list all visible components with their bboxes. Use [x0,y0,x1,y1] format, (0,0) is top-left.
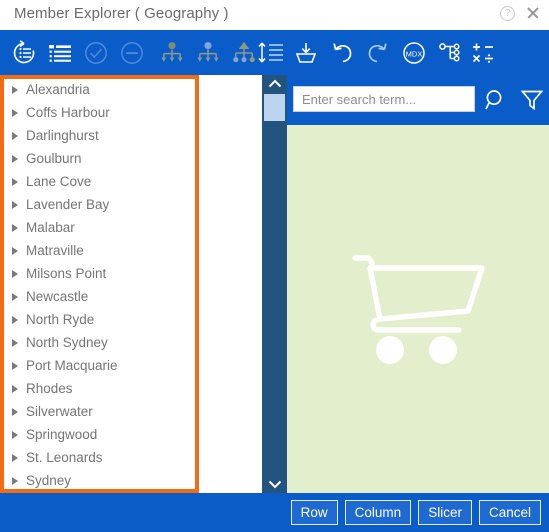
list-item[interactable]: Malabar [0,216,262,239]
list-item-label: Malabar [26,220,75,235]
funnel-icon[interactable] [519,87,545,113]
list-item[interactable]: Matraville [0,239,262,262]
slicer-button[interactable]: Slicer [418,500,472,525]
list-item-label: Silverwater [26,404,93,419]
list-item-label: St. Leonards [26,450,103,465]
triangle-right-icon[interactable] [8,292,22,302]
sort-members-icon[interactable] [251,34,289,72]
cart-preview-panel [287,125,549,493]
triangle-right-icon[interactable] [8,476,22,486]
search-row [287,75,549,125]
refresh-members-icon[interactable] [5,34,43,72]
cancel-button[interactable]: Cancel [478,500,541,525]
triangle-right-icon[interactable] [8,154,22,164]
list-item[interactable]: Springwood [0,423,262,446]
list-item-label: Sydney [26,473,72,488]
calculation-icon[interactable] [464,34,502,72]
title-bar: Member Explorer ( Geography ) ? [0,0,549,30]
triangle-right-icon[interactable] [8,177,22,187]
list-item[interactable]: North Ryde [0,308,262,331]
list-item[interactable]: Coffs Harbour [0,101,262,124]
shopping-cart-icon [351,255,485,364]
triangle-right-icon[interactable] [8,338,22,348]
triangle-right-icon[interactable] [8,430,22,440]
close-icon[interactable] [525,5,541,21]
window-controls: ? [500,5,541,21]
deselect-all-icon[interactable] [113,34,151,72]
list-members-icon[interactable] [41,34,79,72]
list-item-label: Coffs Harbour [26,105,110,120]
triangle-right-icon[interactable] [8,108,22,118]
list-item[interactable]: Sydney [0,469,262,492]
list-item[interactable]: Goulburn [0,147,262,170]
triangle-right-icon[interactable] [8,384,22,394]
triangle-right-icon[interactable] [8,246,22,256]
list-item[interactable]: Milsons Point [0,262,262,285]
triangle-right-icon[interactable] [8,361,22,371]
select-descendants-icon[interactable] [153,34,191,72]
list-item-label: Rhodes [26,381,73,396]
magnifier-icon[interactable] [483,87,509,113]
list-item-label: Milsons Point [26,266,107,281]
chevron-down-icon[interactable] [262,475,287,493]
undo-icon[interactable] [323,34,361,72]
members-scrollbar[interactable] [262,75,287,493]
triangle-right-icon[interactable] [8,131,22,141]
triangle-right-icon[interactable] [8,453,22,463]
members-list-pane: Alexandria Coffs Harbour Darlinghurst Goulb… [0,75,262,493]
chevron-up-icon[interactable] [262,75,287,93]
triangle-right-icon[interactable] [8,223,22,233]
list-item-label: Alexandria [26,82,90,97]
help-circle-icon[interactable]: ? [500,5,515,21]
triangle-right-icon[interactable] [8,407,22,417]
list-item-label: Darlinghurst [26,128,99,143]
list-item-label: Lavender Bay [26,197,110,212]
list-item-label: Newcastle [26,289,89,304]
member-explorer-window: Member Explorer ( Geography ) ? MDX Alex… [0,0,549,532]
select-all-icon[interactable] [77,34,115,72]
footer-buttons: Row Column Slicer Cancel [290,500,541,525]
preview-pane [287,75,549,493]
list-item[interactable]: Newcastle [0,285,262,308]
list-item[interactable]: Darlinghurst [0,124,262,147]
triangle-right-icon[interactable] [8,200,22,210]
list-item-label: Springwood [26,427,98,442]
list-item-label: Lane Cove [26,174,92,189]
list-item[interactable]: Alexandria [0,78,262,101]
row-button[interactable]: Row [290,500,338,525]
page-title: Member Explorer ( Geography ) [14,5,229,22]
list-item-label: North Sydney [26,335,108,350]
list-item[interactable]: Rhodes [0,377,262,400]
mdx-icon[interactable]: MDX [395,34,433,72]
save-set-icon[interactable] [287,34,325,72]
list-item[interactable]: Silverwater [0,400,262,423]
list-item[interactable]: Lavender Bay [0,193,262,216]
triangle-right-icon[interactable] [8,85,22,95]
redo-icon[interactable] [359,34,397,72]
select-children-icon[interactable] [189,34,227,72]
list-item-label: Port Macquarie [26,358,118,373]
list-item-label: Matraville [26,243,84,258]
toolbar: MDX [0,30,549,75]
triangle-right-icon[interactable] [8,315,22,325]
members-list[interactable]: Alexandria Coffs Harbour Darlinghurst Goulb… [0,75,262,493]
triangle-right-icon[interactable] [8,269,22,279]
list-item[interactable]: Port Macquarie [0,354,262,377]
list-item[interactable]: St. Leonards [0,446,262,469]
list-item-label: North Ryde [26,312,95,327]
footer-bar: Row Column Slicer Cancel [0,493,549,532]
list-item[interactable]: Lane Cove [0,170,262,193]
column-button[interactable]: Column [344,500,412,525]
list-item[interactable]: North Sydney [0,331,262,354]
list-item-label: Goulburn [26,151,82,166]
scrollbar-thumb[interactable] [264,94,285,121]
search-input[interactable] [293,86,475,112]
svg-text:MDX: MDX [406,49,423,58]
